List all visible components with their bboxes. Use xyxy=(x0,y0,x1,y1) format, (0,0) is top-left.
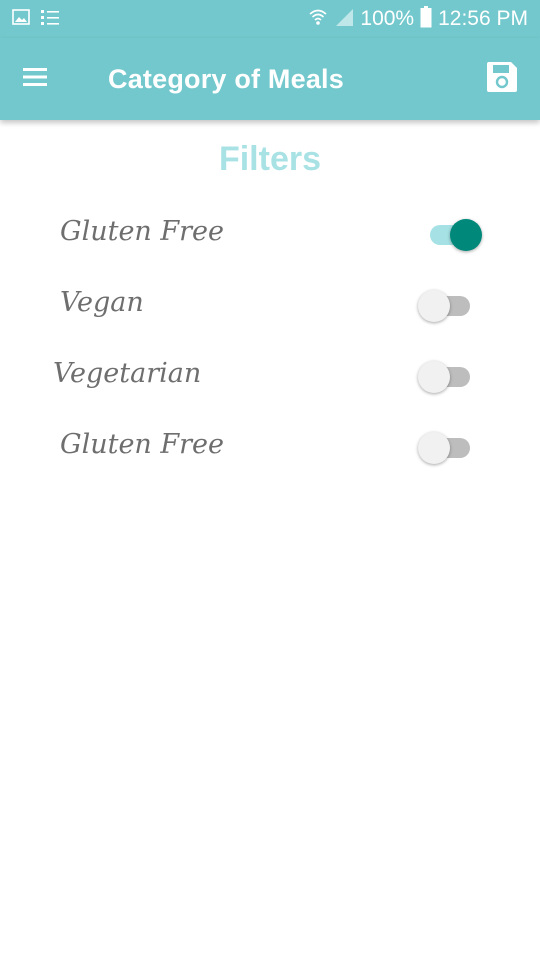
list-notification-icon xyxy=(40,8,60,31)
filters-heading: Filters xyxy=(218,140,322,178)
filter-row-vegan[interactable]: Vegan xyxy=(0,275,540,335)
switch-thumb xyxy=(418,361,450,393)
hamburger-menu-icon xyxy=(22,67,48,92)
switch-thumb xyxy=(418,432,450,464)
menu-button[interactable] xyxy=(14,59,56,99)
save-icon xyxy=(485,60,519,99)
filter-row-gluten-free-2[interactable]: Gluten Free xyxy=(0,417,540,477)
filter-row-vegetarian[interactable]: Vegetarian xyxy=(0,346,540,406)
gluten-free-switch[interactable] xyxy=(420,217,482,251)
clock: 12:56 PM xyxy=(438,7,528,30)
battery-icon xyxy=(420,5,432,33)
save-button[interactable] xyxy=(482,59,522,99)
filter-label: Vegan xyxy=(60,287,144,318)
battery-percentage: 100% xyxy=(360,7,415,30)
switch-thumb xyxy=(450,219,482,251)
filter-row-gluten-free[interactable]: Gluten Free xyxy=(0,204,540,264)
app-title: Category of Meals xyxy=(108,64,344,94)
gluten-free-switch-2[interactable] xyxy=(418,430,478,464)
status-bar: 100% 12:56 PM xyxy=(0,0,540,38)
cell-signal-icon xyxy=(334,7,354,32)
image-notification-icon xyxy=(12,8,30,30)
filter-label: Vegetarian xyxy=(53,358,202,389)
wifi-icon xyxy=(308,7,328,32)
vegan-switch[interactable] xyxy=(418,288,478,322)
vegetarian-switch[interactable] xyxy=(418,359,478,393)
app-bar: Category of Meals xyxy=(0,38,540,120)
filters-screen: 100% 12:56 PM Category of Meals Filters … xyxy=(0,0,540,960)
switch-thumb xyxy=(418,290,450,322)
filter-label: Gluten Free xyxy=(60,216,224,247)
filter-label: Gluten Free xyxy=(60,429,224,460)
